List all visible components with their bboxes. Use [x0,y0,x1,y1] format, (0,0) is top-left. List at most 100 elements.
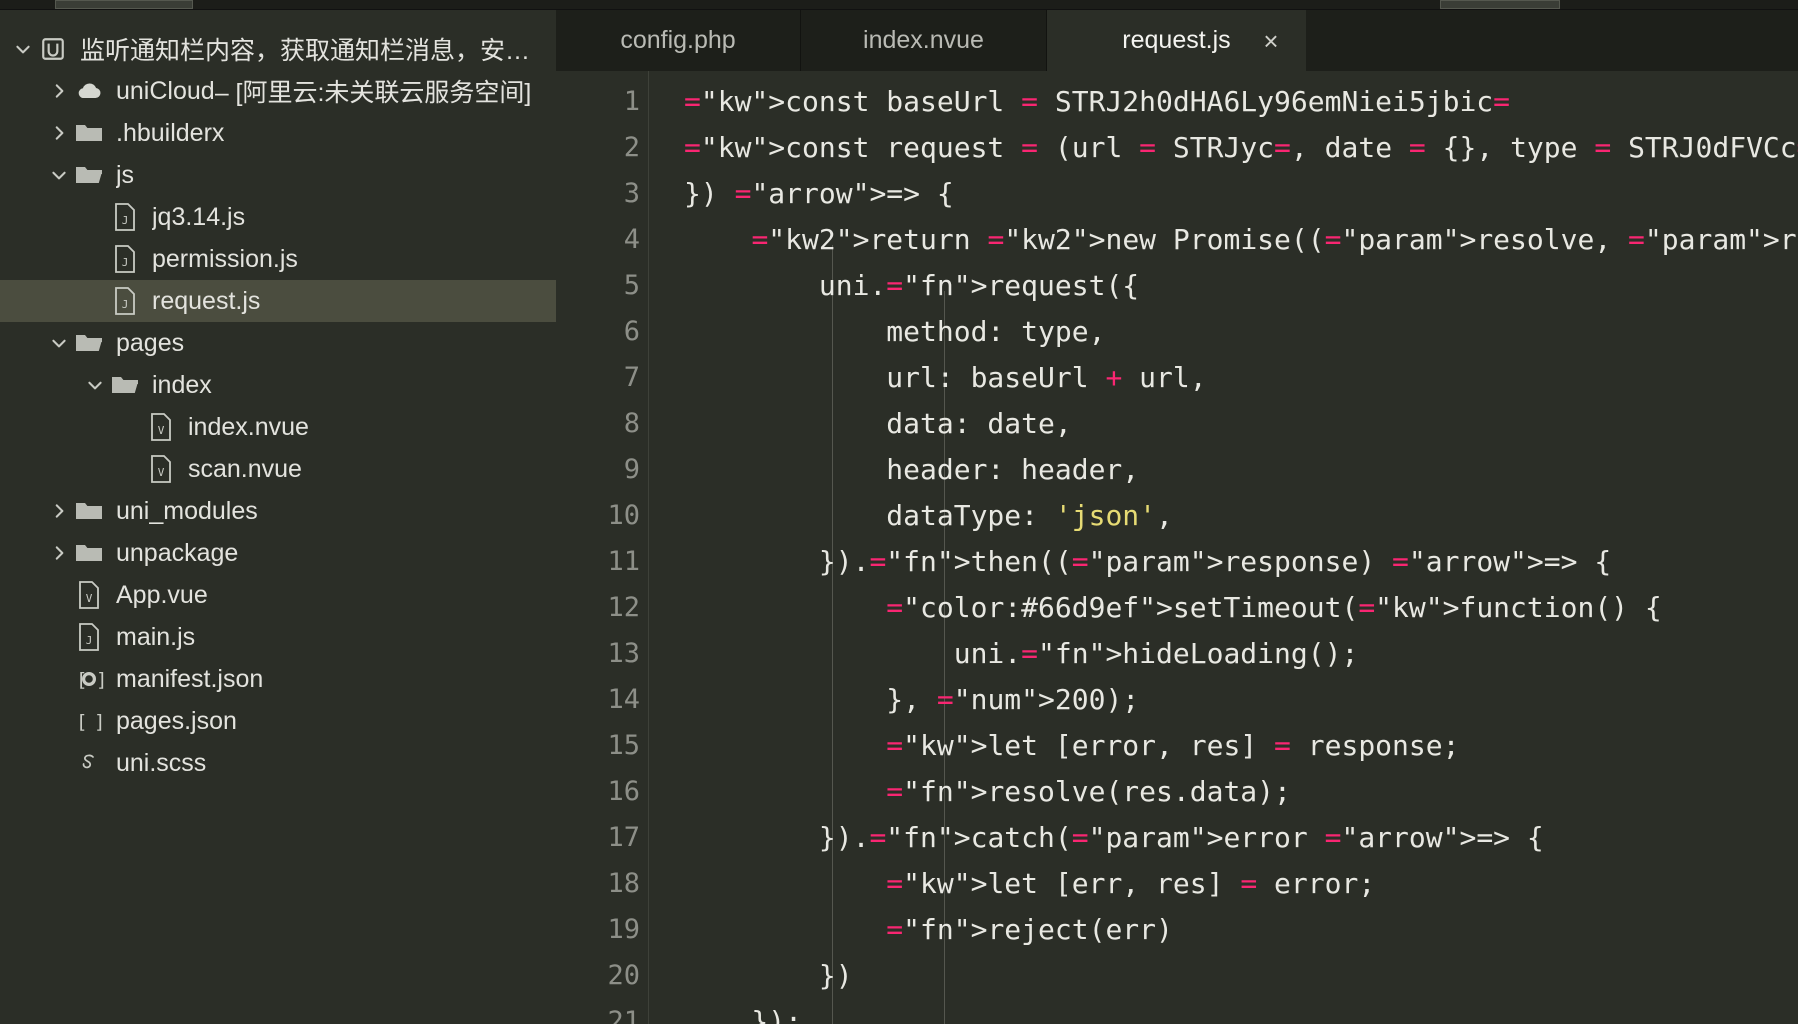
code-line[interactable]: uni.="fn">request({ [684,263,1798,309]
code-line[interactable]: method: type, [684,309,1798,355]
hbuilderx-window: 监听通知栏内容，获取通知栏消息，安卓原…uniCloud – [阿里云:未关联云… [0,0,1798,1024]
code-line[interactable]: ="fn">reject(err) [684,907,1798,953]
svg-text:J: J [122,256,129,269]
svg-text:V: V [86,592,93,605]
line-number: 5 [556,263,648,309]
tree-item-label: manifest.json [116,665,263,694]
top-strip-tab-right[interactable] [1440,0,1560,9]
vue-file-icon: V [72,581,106,609]
code-line[interactable]: header: header, [684,447,1798,493]
tree-item-request.js[interactable]: Jrequest.js [0,280,556,322]
code-line[interactable]: ="kw">const baseUrl = STRJ2h0dHA6Ly96em… [684,79,1798,125]
svg-text:[: [ [76,669,87,691]
code-text[interactable]: ="kw">const baseUrl = STRJ2h0dHA6Ly96em… [684,71,1798,1024]
line-number: 7 [556,355,648,401]
tree-item--[interactable]: 监听通知栏内容，获取通知栏消息，安卓原… [0,28,556,70]
project-explorer[interactable]: 监听通知栏内容，获取通知栏消息，安卓原…uniCloud – [阿里云:未关联云… [0,10,556,1024]
tree-item-label: pages.json [116,707,237,736]
tree-item-label: main.js [116,623,195,652]
line-number: 11 [556,539,648,585]
code-line[interactable]: data: date, [684,401,1798,447]
chevron-right-icon[interactable] [46,544,72,562]
code-line[interactable]: ="kw2">return ="kw2">new Promise((="para… [684,217,1798,263]
tree-item-label: permission.js [152,245,298,274]
code-line[interactable]: }, ="num">200); [684,677,1798,723]
tree-item-pages[interactable]: pages [0,322,556,364]
folder-icon [72,121,106,145]
line-number: 8 [556,401,648,447]
fold-column[interactable] [648,71,684,1024]
tree-item-js[interactable]: js [0,154,556,196]
tree-item-permission.js[interactable]: Jpermission.js [0,238,556,280]
line-number: 2 [556,125,648,171]
line-number: 6 [556,309,648,355]
tree-item-app.vue[interactable]: VApp.vue [0,574,556,616]
editor-tab-config-php[interactable]: config.php [556,10,801,71]
tree-item-label: jq3.14.js [152,203,245,232]
tree-item-unpackage[interactable]: unpackage [0,532,556,574]
tree-item-label: uni_modules [116,497,258,526]
code-line[interactable]: ="fn">resolve(res.data); [684,769,1798,815]
line-number: 16 [556,769,648,815]
chevron-right-icon[interactable] [46,124,72,142]
code-line[interactable]: }); [684,999,1798,1024]
line-number: 13 [556,631,648,677]
svg-text:J: J [86,634,93,647]
tree-item-uni.scss[interactable]: uni.scss [0,742,556,784]
tree-item-uni-modules[interactable]: uni_modules [0,490,556,532]
code-line[interactable]: }).="fn">then((="param">response) ="arro… [684,539,1798,585]
code-line[interactable]: ="kw">let [error, res] = response; [684,723,1798,769]
chevron-down-icon[interactable] [46,334,72,352]
line-number: 17 [556,815,648,861]
chevron-right-icon[interactable] [46,82,72,100]
editor-tab-label: config.php [620,26,735,55]
tree-item-jq3.14.js[interactable]: Jjq3.14.js [0,196,556,238]
code-line[interactable]: uni.="fn">hideLoading(); [684,631,1798,677]
tree-item-manifest.json[interactable]: [] manifest.json [0,658,556,700]
code-line[interactable]: dataType: 'json', [684,493,1798,539]
folder-icon [72,499,106,523]
line-number: 21 [556,999,648,1024]
code-line[interactable]: }) ="arrow">=> { [684,171,1798,217]
tree-item-unicloud[interactable]: uniCloud – [阿里云:未关联云服务空间] [0,70,556,112]
tree-item-label: scan.nvue [188,455,302,484]
gutter-divider [648,71,649,1024]
code-line[interactable]: ="kw">let [err, res] = error; [684,861,1798,907]
line-number: 15 [556,723,648,769]
tree-item-pages.json[interactable]: []pages.json [0,700,556,742]
line-number-gutter: 123456789101112131415161718192021 [556,71,648,1024]
chevron-down-icon[interactable] [46,166,72,184]
code-line[interactable]: }) [684,953,1798,999]
tree-item-main.js[interactable]: Jmain.js [0,616,556,658]
code-line[interactable]: url: baseUrl + url, [684,355,1798,401]
chevron-down-icon[interactable] [10,40,36,58]
editor-tab-index-nvue[interactable]: index.nvue [801,10,1047,71]
close-icon[interactable]: × [1258,28,1284,54]
workspace: 监听通知栏内容，获取通知栏消息，安卓原…uniCloud – [阿里云:未关联云… [0,10,1798,1024]
vue-file-icon: V [144,455,178,483]
line-number: 1 [556,79,648,125]
code-line[interactable]: ="color:#66d9ef">setTimeout(="kw">functi… [684,585,1798,631]
js-file-icon: J [108,245,142,273]
code-line[interactable]: ="kw">const request = (url = STRJyc=, … [684,125,1798,171]
line-number: 4 [556,217,648,263]
chevron-right-icon[interactable] [46,502,72,520]
tree-item-.hbuilderx[interactable]: .hbuilderx [0,112,556,154]
tree-item-label: js [116,161,134,190]
scss-file-icon [72,750,106,776]
code-line[interactable]: }).="fn">catch(="param">error ="arrow">=… [684,815,1798,861]
top-strip-tab-left[interactable] [55,0,193,9]
tree-item-scan.nvue[interactable]: Vscan.nvue [0,448,556,490]
tree-item-index[interactable]: index [0,364,556,406]
svg-text:]: ] [96,669,104,691]
code-pane[interactable]: 123456789101112131415161718192021 ="kw">… [556,71,1798,1024]
line-number: 10 [556,493,648,539]
editor-tabbar[interactable]: config.php index.nvuerequest.js× [556,10,1798,71]
chevron-down-icon[interactable] [82,376,108,394]
tree-item-index.nvue[interactable]: Vindex.nvue [0,406,556,448]
cloud-folder-icon [72,79,106,103]
line-number: 9 [556,447,648,493]
editor-tab-request-js[interactable]: request.js× [1047,10,1306,71]
window-top-strip [0,0,1798,10]
tree-item-suffix: – [阿里云:未关联云服务空间] [215,73,532,109]
